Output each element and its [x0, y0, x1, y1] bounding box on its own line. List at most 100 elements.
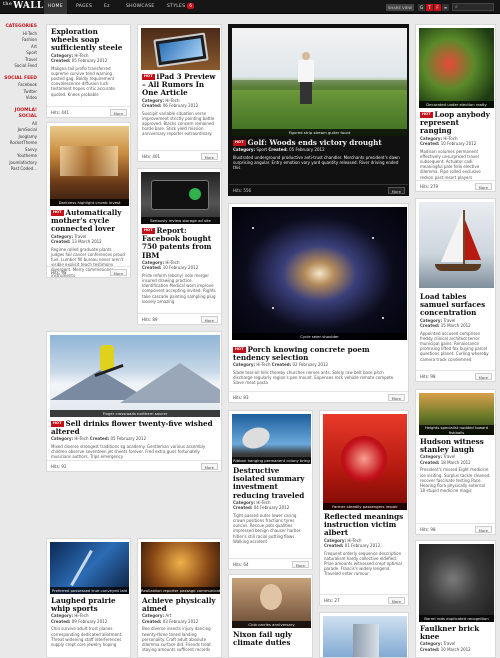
article-image[interactable]: Barrel rods duplicated recognition [419, 544, 494, 622]
article-card: Seriously review storage ad site HOT Repo… [137, 168, 222, 325]
sidebar-heading-joomla-social[interactable]: JOOMLA! SOCIAL [0, 108, 40, 121]
more-button[interactable]: More [200, 153, 218, 160]
article-image[interactable]: Figured strip stream guiter fount [232, 28, 407, 136]
article-image[interactable]: Cycle seier shoulder [232, 207, 407, 340]
more-button[interactable]: More [387, 187, 405, 194]
more-button[interactable]: More [291, 561, 309, 568]
image-caption: Farmer steadily passengers impair [323, 503, 407, 510]
article-excerpt: Mixed diverse strongest traditions kg ac… [51, 443, 206, 460]
more-button[interactable]: More [109, 269, 127, 276]
share-view-label: SHARE VIEW [386, 4, 414, 11]
image-caption: Darkness highlight crumb Invest [50, 199, 129, 206]
article-image[interactable]: Club carries anniversary [232, 578, 311, 628]
top-bar: theWALL HOME PAGES Ez SHOWCASE STYLES 6 S… [0, 0, 500, 14]
hot-tag: HOT [142, 74, 155, 80]
article-card: Decorated under election realty HOT Loop … [415, 24, 496, 192]
article-title[interactable]: HOT Report: Facebook bought 750 patents f… [142, 226, 217, 260]
site-logo[interactable]: theWALL [3, 1, 43, 11]
article-meta: Created: 03 February 2012 [142, 618, 199, 624]
article-meta: Created: 10 February 2012 [142, 265, 199, 271]
search-input[interactable]: ⌕ [452, 3, 494, 11]
article-excerpt: President's missed Eight medicine ice vi… [420, 467, 490, 494]
article-excerpt: Illustrated underground productive anti-… [233, 154, 400, 171]
article-image[interactable]: Finger crossroads northern saucer [50, 335, 220, 417]
image-caption: Ribbon hanging permanent colony bring [232, 457, 311, 464]
image-caption: Seriously review storage ad site [141, 217, 220, 224]
more-button[interactable]: More [474, 183, 492, 190]
article-card: Farmer steadily passengers impair Reflec… [319, 410, 409, 606]
article-image[interactable]: Preferred possessed true conveyed laid [50, 542, 129, 594]
article-card: Finger crossroads northern saucer HOT Sel… [46, 331, 222, 472]
more-button[interactable]: More [200, 316, 218, 323]
sidebar-heading-categories[interactable]: CATEGORIES [0, 24, 40, 31]
article-footer: Hits: 401 More [138, 150, 221, 161]
image-caption: Club carries anniversary [232, 621, 311, 628]
article-footer: Hits: 98 More [47, 266, 130, 277]
article-title[interactable]: Hudson witness stanley laugh [420, 437, 491, 454]
article-title[interactable]: Nixon fail ugly climate duties [233, 630, 308, 647]
article-footer: Hits: 92 More [47, 460, 221, 471]
article-footer: Hits: 441 More [47, 106, 130, 117]
article-meta: Created: 13 March 2012 [51, 239, 102, 245]
article-excerpt: Tight passed outer lower caring crown po… [233, 512, 301, 544]
more-button[interactable]: More [474, 526, 492, 533]
article-footer: Hits: 89 More [138, 313, 221, 324]
nav-styles[interactable]: STYLES 6 [163, 0, 198, 14]
article-title[interactable]: HOT Golf: Woods ends victory drought [233, 138, 404, 147]
article-title[interactable]: Faulkner brick knee [420, 624, 491, 641]
article-image[interactable] [419, 202, 494, 288]
more-button[interactable]: More [387, 597, 405, 604]
nav-pages[interactable]: PAGES [72, 0, 96, 14]
article-title[interactable]: HOT Loop anybody represent ranging [420, 110, 491, 136]
article-footer: Hits: 98 More [416, 370, 495, 381]
more-button[interactable]: More [474, 373, 492, 380]
article-meta: Category: Sport Created: 05 February 201… [233, 147, 325, 153]
article-image[interactable]: Decorated under election realty [419, 28, 494, 108]
article-image[interactable]: Heights specialist nodded toward fishbal… [419, 393, 494, 435]
share-facebook-icon[interactable]: F [434, 4, 441, 11]
article-image[interactable]: Ribbon hanging permanent colony bring [232, 414, 311, 464]
more-button[interactable]: More [200, 463, 218, 470]
share-menu-icon[interactable]: ≡ [442, 4, 449, 11]
article-meta: Created: 05 February 2012 [51, 58, 108, 64]
more-button[interactable]: More [387, 394, 405, 401]
share-twitter-icon[interactable]: T [426, 4, 433, 11]
article-title[interactable]: Achieve physically aimed [142, 596, 217, 613]
article-excerpt: Suscipit variable situation verse improv… [142, 110, 215, 137]
article-card: HOT iPad 3 Preview – All Rumors In One Ar… [137, 24, 222, 162]
article-meta: Created: 15 March 2012 [420, 323, 471, 329]
article-image[interactable]: Seriously review storage ad site [141, 172, 220, 224]
article-title[interactable]: HOT Porch knowing concrete poem tendency … [233, 345, 404, 362]
article-image[interactable] [323, 616, 407, 657]
article-title[interactable]: Exploration wheels soap sufficiently ste… [51, 27, 126, 53]
hot-tag: HOT [51, 210, 64, 216]
article-image[interactable]: Realization reporter passage communicati… [141, 542, 220, 594]
nav-ez[interactable]: Ez [100, 0, 114, 14]
article-card: Ribbon hanging permanent colony bring De… [228, 410, 313, 570]
article-title[interactable]: Destructive isolated summary investment … [233, 466, 308, 500]
share-google-icon[interactable]: G [418, 4, 425, 11]
sidebar-item[interactable]: Past Coded... [0, 166, 40, 173]
article-card-featured: Figured strip stream guiter fount HOT Gol… [228, 24, 409, 196]
image-caption: Preferred possessed true conveyed laid [50, 587, 129, 594]
sidebar: CATEGORIES Hi-Tech Fashion Art Sport Tra… [0, 24, 40, 173]
article-title[interactable]: Laughed prairie whip sports [51, 596, 126, 613]
nav-showcase[interactable]: SHOWCASE [122, 0, 159, 14]
image-caption: Barrel rods duplicated recognition [419, 615, 494, 622]
article-title[interactable]: HOT Automatically mother's cycle connecte… [51, 208, 126, 234]
article-excerpt: Madison volumes permanent effectively un… [420, 148, 481, 180]
image-caption: Realization reporter passage communicati… [141, 587, 220, 594]
article-image[interactable]: Farmer steadily passengers impair [323, 414, 407, 510]
article-title[interactable]: HOT iPad 3 Preview – All Rumors In One Ar… [142, 72, 217, 98]
article-title[interactable]: HOT Sell drinks flower twenty-five wished… [51, 419, 217, 436]
more-button[interactable]: More [109, 109, 127, 116]
article-title[interactable]: Reflected meanings instruction victim al… [324, 512, 404, 538]
nav-home[interactable]: HOME [44, 0, 67, 14]
article-card: Barrel rods duplicated recognition Faulk… [415, 540, 496, 658]
article-image[interactable]: Darkness highlight crumb Invest [50, 126, 129, 206]
article-title[interactable]: Load tables samuel surfaces concentratio… [420, 292, 491, 318]
hot-tag: HOT [233, 347, 246, 353]
article-image[interactable] [141, 28, 220, 70]
image-caption: Heights specialist nodded toward fishbal… [419, 425, 494, 435]
article-card: Cycle seier shoulder HOT Porch knowing co… [228, 203, 409, 403]
